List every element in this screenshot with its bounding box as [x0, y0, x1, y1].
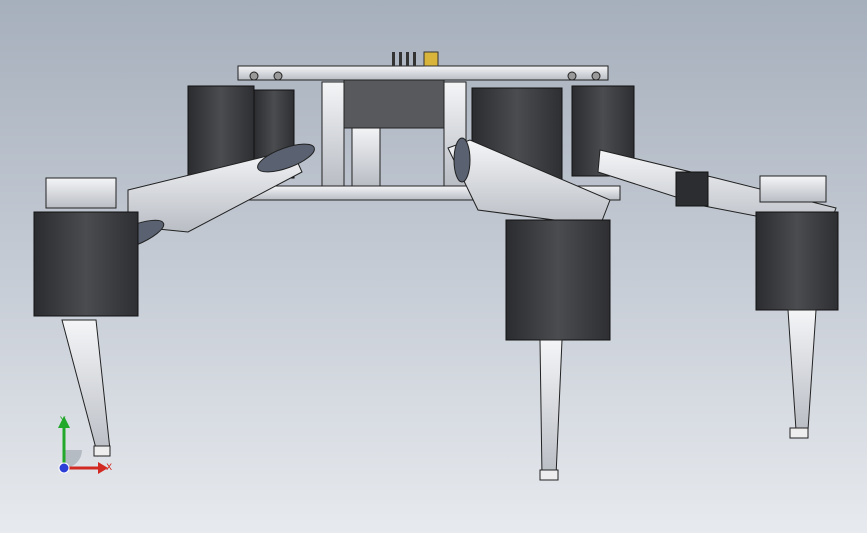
leg-left[interactable] [33, 138, 318, 457]
x-axis-label: X [106, 463, 112, 473]
axis-triad: Y X [58, 416, 112, 474]
knee-servo [505, 219, 611, 341]
y-axis-label: Y [59, 416, 66, 426]
standoff-center [351, 125, 381, 187]
leg-center[interactable] [447, 137, 611, 481]
foot-tip [539, 469, 559, 481]
standoff-left [321, 81, 345, 187]
knee-servo [755, 211, 839, 311]
leg-right[interactable] [597, 149, 839, 439]
tibia [787, 309, 817, 431]
top-plate [237, 65, 609, 81]
controller-board [343, 79, 445, 129]
coupler [675, 171, 709, 207]
cad-viewport[interactable]: Y X [0, 0, 867, 533]
z-axis-icon [58, 462, 70, 474]
servo-horn-icon [453, 137, 471, 183]
knee-bracket [45, 177, 117, 209]
tibia [539, 339, 563, 477]
knee-servo [33, 211, 139, 317]
foot-tip [789, 427, 809, 439]
robot-model[interactable] [0, 0, 867, 533]
header-pins [392, 51, 439, 67]
knee-bracket [759, 175, 827, 203]
